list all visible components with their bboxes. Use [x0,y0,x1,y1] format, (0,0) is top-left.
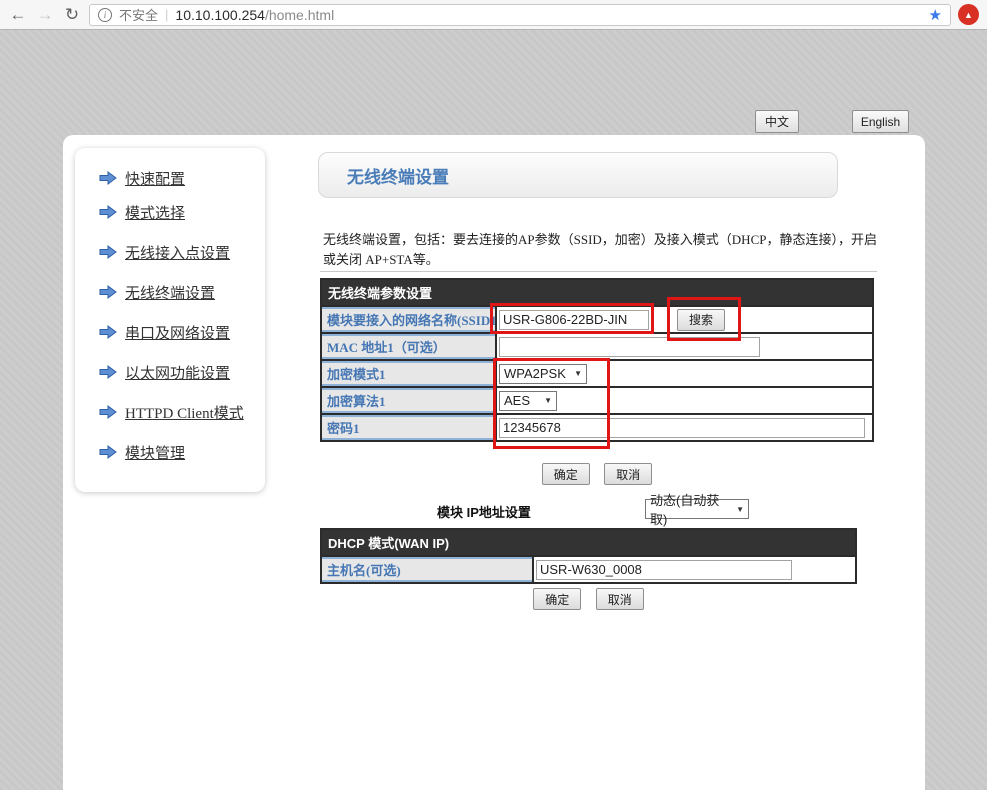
dhcp-table-header: DHCP 模式(WAN IP) [321,529,856,556]
sidebar: 快速配置 模式选择 无线接入点设置 无线终端设置 串口及网络设置 以太网功能设置… [75,148,265,492]
confirm-button-sta[interactable]: 确定 [542,463,590,485]
sidebar-item-httpd-client[interactable]: HTTPD Client模式 [99,402,265,422]
cancel-button-dhcp[interactable]: 取消 [596,588,644,610]
table-row: 模块要接入的网络名称(SSID1) 搜索 [321,306,873,333]
mac-input[interactable] [499,337,760,357]
dhcp-action-row: 确定 取消 [320,588,857,610]
back-icon[interactable]: ← [8,6,28,23]
reload-icon[interactable]: ↻ [62,6,82,23]
module-ip-select[interactable]: 动态(自动获取)▼ [645,499,749,519]
page-title-bar: 无线终端设置 [318,152,838,198]
encryption-algorithm-select[interactable]: AES ▼ [499,391,557,411]
sidebar-item-label: 模式选择 [125,202,185,223]
sta-table-header: 无线终端参数设置 [321,279,873,306]
url-separator: | [165,7,168,22]
forward-icon: → [35,6,55,23]
divider [320,271,877,272]
table-row: 加密算法1 AES ▼ [321,387,873,414]
page-description: 无线终端设置，包括：要去连接的AP参数（SSID，加密）及接入模式（DHCP，静… [323,230,883,270]
module-ip-value: 动态(自动获取) [650,490,731,528]
page-background: 中文 English 快速配置 模式选择 无线接入点设置 无线终端设置 串口及网… [0,30,987,790]
sidebar-item-mode-select[interactable]: 模式选择 [99,202,265,222]
language-english-button[interactable]: English [852,110,909,133]
encryption-mode-label: 加密模式1 [321,360,496,387]
sidebar-item-label: 串口及网络设置 [125,322,230,343]
sidebar-item-serial-network[interactable]: 串口及网络设置 [99,322,265,342]
arrow-icon [99,445,117,459]
password-input[interactable] [499,418,865,438]
encryption-mode-value: WPA2PSK [504,366,566,381]
sidebar-item-label: HTTPD Client模式 [125,402,244,423]
sidebar-item-sta-settings[interactable]: 无线终端设置 [99,282,265,302]
chevron-down-icon: ▼ [736,505,744,514]
table-row: 加密模式1 WPA2PSK ▼ [321,360,873,387]
encryption-algorithm-label: 加密算法1 [321,387,496,414]
chevron-down-icon: ▼ [574,369,582,378]
confirm-button-dhcp[interactable]: 确定 [533,588,581,610]
table-row: MAC 地址1（可选） [321,333,873,360]
arrow-icon [99,365,117,379]
extension-update-icon[interactable]: ▲ [958,4,979,25]
sidebar-item-label: 无线终端设置 [125,282,215,303]
bookmark-star-icon[interactable]: ★ [929,6,942,24]
encryption-algorithm-value: AES [504,393,530,408]
ssid-label: 模块要接入的网络名称(SSID1) [321,306,496,333]
arrow-icon [99,245,117,259]
password-label: 密码1 [321,414,496,441]
url-text: 10.10.100.254/home.html [175,7,334,23]
table-row: 密码1 [321,414,873,441]
hostname-input[interactable] [536,560,792,580]
cancel-button-sta[interactable]: 取消 [604,463,652,485]
module-ip-label: 模块 IP地址设置 [437,502,531,521]
security-label: 不安全 [119,5,158,24]
page-title: 无线终端设置 [347,163,449,188]
url-path: /home.html [265,7,334,23]
dhcp-table: DHCP 模式(WAN IP) 主机名(可选) [320,528,857,584]
mac-label: MAC 地址1（可选） [321,333,496,360]
sidebar-item-quick-config[interactable]: 快速配置 [99,168,265,188]
sta-settings-table: 无线终端参数设置 模块要接入的网络名称(SSID1) 搜索 MAC 地址1（可选… [320,278,874,442]
sidebar-menu: 快速配置 模式选择 无线接入点设置 无线终端设置 串口及网络设置 以太网功能设置… [75,148,265,462]
search-button[interactable]: 搜索 [677,309,725,331]
table-row: 主机名(可选) [321,556,856,583]
table-header-row: 无线终端参数设置 [321,279,873,306]
arrow-icon [99,405,117,419]
sidebar-item-label: 以太网功能设置 [125,362,230,383]
sidebar-item-ethernet[interactable]: 以太网功能设置 [99,362,265,382]
browser-toolbar: ← → ↻ i 不安全 | 10.10.100.254/home.html ★ … [0,0,987,30]
arrow-icon [99,205,117,219]
sidebar-item-label: 模块管理 [125,442,185,463]
url-host: 10.10.100.254 [175,7,265,23]
address-bar[interactable]: i 不安全 | 10.10.100.254/home.html ★ [89,4,951,26]
info-icon[interactable]: i [98,8,112,22]
hostname-label: 主机名(可选) [321,556,533,583]
arrow-icon [99,325,117,339]
arrow-icon [99,285,117,299]
sidebar-item-label: 快速配置 [125,168,185,189]
table-header-row: DHCP 模式(WAN IP) [321,529,856,556]
sidebar-item-module-management[interactable]: 模块管理 [99,442,265,462]
arrow-icon [99,171,117,185]
language-chinese-button[interactable]: 中文 [755,110,799,133]
sidebar-item-label: 无线接入点设置 [125,242,230,263]
sta-action-row: 确定 取消 [320,463,874,485]
chevron-down-icon: ▼ [544,396,552,405]
sidebar-item-ap-settings[interactable]: 无线接入点设置 [99,242,265,262]
encryption-mode-select[interactable]: WPA2PSK ▼ [499,364,587,384]
ssid-input[interactable] [499,310,649,330]
